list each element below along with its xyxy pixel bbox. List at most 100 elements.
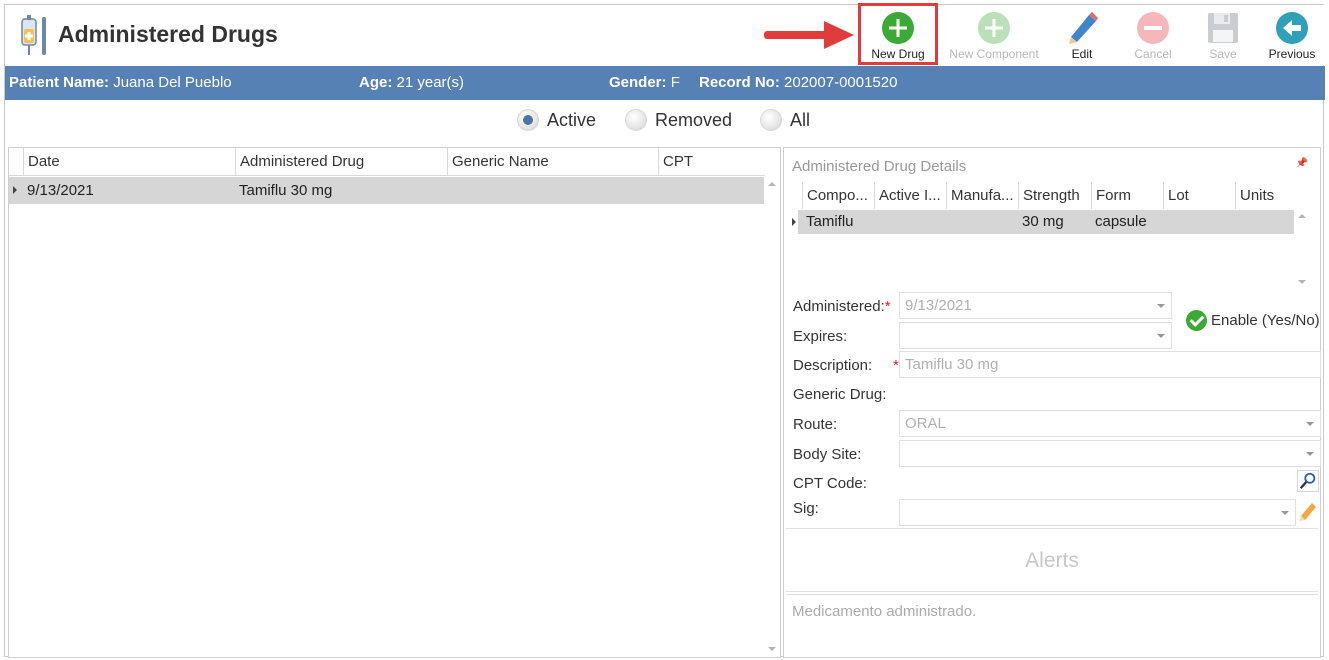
- cell-lot: [1163, 210, 1167, 234]
- required-marker: *: [893, 357, 899, 374]
- radio-all[interactable]: All: [760, 109, 810, 131]
- details-title: Administered Drug Details: [792, 158, 967, 175]
- chevron-down-icon: [1306, 422, 1314, 426]
- alerts-title: Alerts: [1025, 549, 1079, 572]
- row-indicator-icon: [792, 218, 796, 226]
- cell-units: [1235, 210, 1239, 234]
- generic-drug-label: Generic Drug:: [793, 386, 887, 403]
- cell-component: Tamiflu: [806, 213, 854, 230]
- column-active-ingredient[interactable]: Active I...: [874, 182, 946, 209]
- plus-icon: [978, 12, 1010, 44]
- components-scrollbar[interactable]: [1294, 182, 1310, 286]
- app-window: Administered Drugs New Drug New Componen…: [4, 3, 1325, 658]
- administered-date-field[interactable]: 9/13/2021: [899, 292, 1172, 319]
- chevron-down-icon: [1281, 511, 1289, 515]
- description-field[interactable]: Tamiflu 30 mg: [899, 351, 1321, 378]
- scroll-up-icon[interactable]: [768, 182, 776, 186]
- radio-removed-dot: [625, 109, 647, 131]
- expires-date-field[interactable]: [899, 322, 1172, 349]
- edit-button[interactable]: Edit: [1057, 5, 1107, 65]
- grid-scrollbar[interactable]: [764, 176, 780, 657]
- enable-checkbox[interactable]: Enable (Yes/No): [1186, 310, 1320, 331]
- patient-info-bar: Patient Name: Juana Del Pueblo Age: 21 y…: [5, 66, 1325, 100]
- patient-gender: Gender: F: [609, 74, 680, 91]
- drug-details-panel: Administered Drug Details 📌 Compo... Act…: [783, 147, 1321, 658]
- check-circle-icon: [1186, 310, 1207, 331]
- note-section[interactable]: Medicamento administrado.: [786, 594, 1318, 656]
- cpt-search-button[interactable]: [1297, 470, 1319, 492]
- column-cpt[interactable]: CPT: [658, 148, 765, 176]
- cell-manufacturer: [946, 210, 950, 234]
- new-component-label: New Component: [949, 47, 1039, 61]
- administered-drugs-grid: Date Administered Drug Generic Name CPT …: [8, 147, 781, 658]
- column-date[interactable]: Date: [23, 148, 235, 176]
- description-label: Description:: [793, 357, 873, 374]
- page-title: Administered Drugs: [58, 21, 278, 47]
- cpt-code-label: CPT Code:: [793, 475, 867, 492]
- previous-label: Previous: [1268, 47, 1316, 61]
- red-arrow-annotation: [764, 21, 854, 49]
- cell-cpt: [658, 177, 662, 204]
- column-generic-name[interactable]: Generic Name: [447, 148, 658, 176]
- scroll-down-icon[interactable]: [1298, 280, 1306, 284]
- grid-header: Date Administered Drug Generic Name CPT: [9, 148, 765, 176]
- new-drug-highlight: [858, 3, 938, 65]
- cancel-button[interactable]: Cancel: [1125, 5, 1181, 65]
- previous-button[interactable]: Previous: [1263, 5, 1321, 65]
- body-site-select[interactable]: [899, 440, 1321, 467]
- patient-name: Patient Name: Juana Del Pueblo: [9, 74, 232, 91]
- pin-icon[interactable]: 📌: [1296, 158, 1308, 169]
- chevron-down-icon: [1157, 304, 1165, 308]
- table-row[interactable]: 9/13/2021 Tamiflu 30 mg: [9, 177, 765, 204]
- cell-drug: Tamiflu 30 mg: [239, 182, 333, 199]
- radio-active-dot: [517, 109, 539, 131]
- chevron-down-icon: [1306, 452, 1314, 456]
- patient-age: Age: 21 year(s): [359, 74, 465, 91]
- arrow-left-icon: [1276, 12, 1308, 44]
- chevron-down-icon: [1157, 334, 1165, 338]
- iv-drip-icon: [21, 15, 46, 55]
- column-component[interactable]: Compo...: [802, 182, 874, 209]
- route-select[interactable]: ORAL: [899, 410, 1321, 437]
- expires-label: Expires:: [793, 328, 848, 345]
- cell-strength: 30 mg: [1022, 213, 1064, 230]
- scroll-down-icon[interactable]: [768, 647, 776, 651]
- cell-date: 9/13/2021: [27, 182, 94, 199]
- pencil-icon: [1299, 503, 1316, 521]
- header: Administered Drugs New Drug New Componen…: [5, 3, 1325, 65]
- sig-select[interactable]: [899, 499, 1296, 526]
- administered-label: Administered:*: [793, 298, 891, 315]
- save-label: Save: [1209, 47, 1237, 61]
- cell-form: capsule: [1095, 213, 1147, 230]
- floppy-disk-icon: [1208, 13, 1238, 43]
- radio-all-dot: [760, 109, 782, 131]
- minus-circle-icon: [1137, 12, 1169, 44]
- cell-active-ingredient: [874, 210, 878, 234]
- column-form[interactable]: Form: [1091, 182, 1163, 209]
- scroll-up-icon[interactable]: [1298, 214, 1306, 218]
- component-row[interactable]: Tamiflu 30 mg capsule: [792, 210, 1304, 234]
- sig-label: Sig:: [793, 500, 819, 517]
- body-site-label: Body Site:: [793, 446, 862, 463]
- radio-removed[interactable]: Removed: [625, 109, 732, 131]
- patient-record: Record No: 202007-0001520: [699, 74, 898, 91]
- components-grid: Compo... Active I... Manufa... Strength …: [792, 182, 1310, 286]
- cell-generic: [447, 177, 451, 204]
- save-button[interactable]: Save: [1201, 5, 1245, 65]
- magnifier-icon: [1299, 472, 1316, 490]
- note-text: Medicamento administrado.: [792, 603, 977, 620]
- components-header: Compo... Active I... Manufa... Strength …: [798, 182, 1304, 209]
- edit-label: Edit: [1071, 47, 1093, 61]
- alerts-section: Alerts: [786, 528, 1318, 592]
- route-label: Route:: [793, 416, 838, 433]
- column-strength[interactable]: Strength: [1018, 182, 1091, 209]
- new-component-button[interactable]: New Component: [945, 5, 1043, 65]
- column-administered-drug[interactable]: Administered Drug: [235, 148, 447, 176]
- row-indicator-icon: [13, 186, 17, 194]
- sig-edit-button[interactable]: [1297, 500, 1319, 522]
- pencil-icon: [1069, 12, 1098, 44]
- radio-active[interactable]: Active: [517, 109, 596, 131]
- column-lot[interactable]: Lot: [1163, 182, 1235, 209]
- column-manufacturer[interactable]: Manufa...: [946, 182, 1018, 209]
- cancel-label: Cancel: [1134, 47, 1172, 61]
